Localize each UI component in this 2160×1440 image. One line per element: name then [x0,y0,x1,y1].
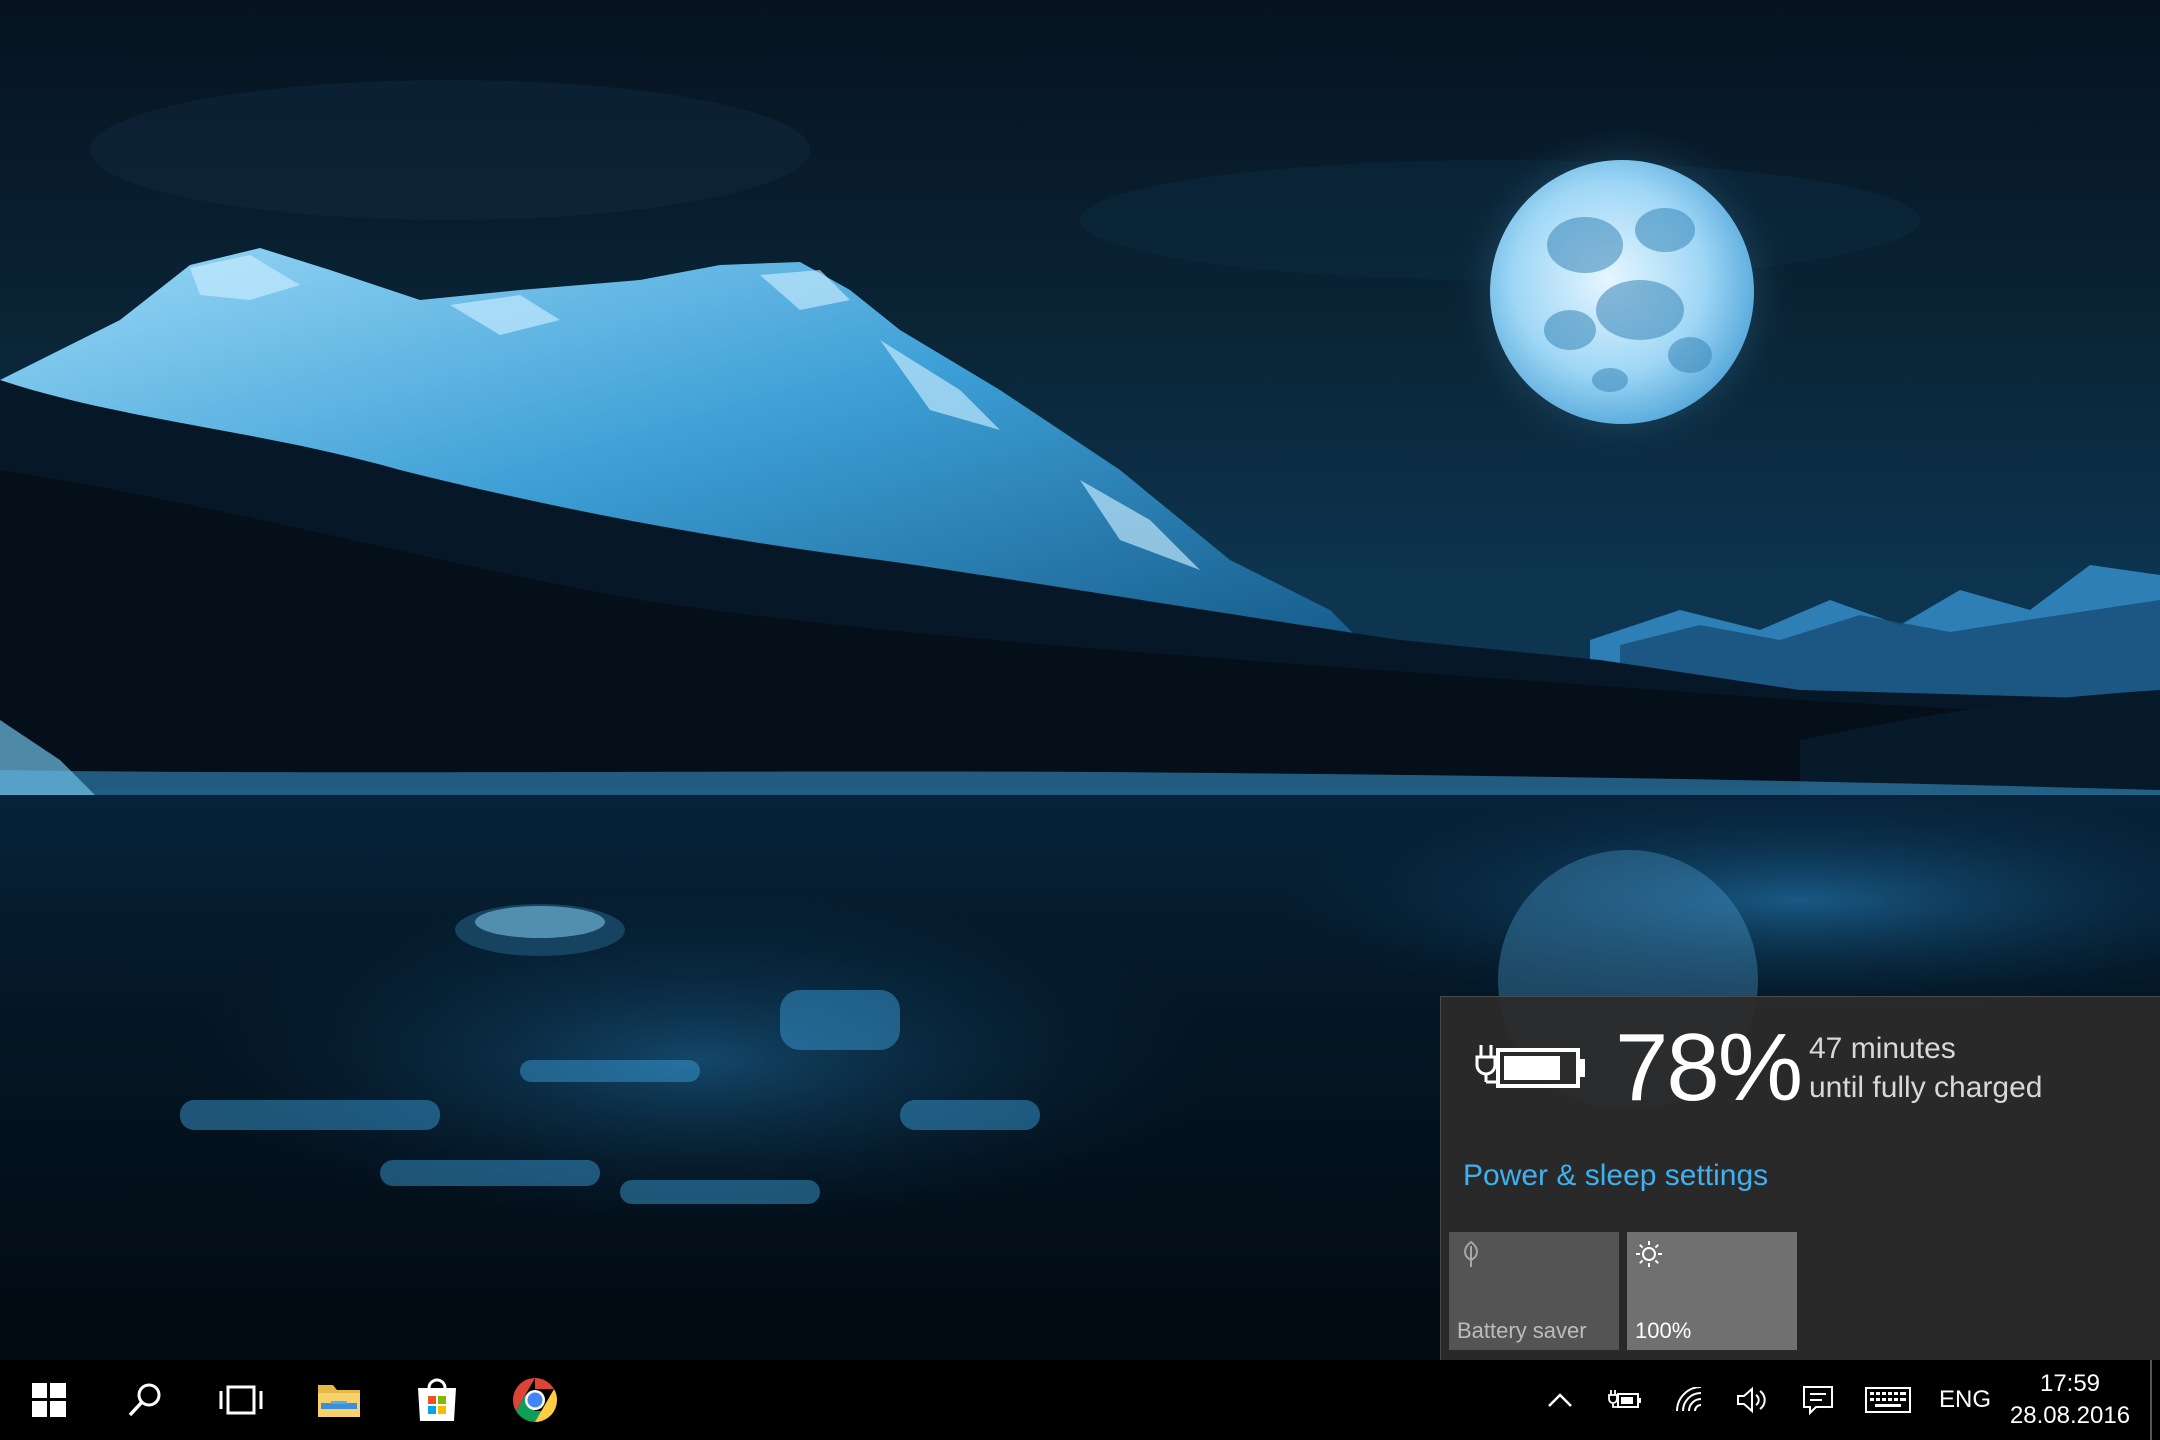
keyboard-icon [1865,1387,1911,1413]
search-button[interactable] [96,1360,194,1440]
clock-button[interactable]: 17:59 28.08.2016 [2000,1368,2140,1432]
battery-saver-label: Battery saver [1457,1318,1587,1343]
battery-percent: 78% [1615,1014,1803,1121]
store-button[interactable] [388,1360,486,1440]
start-button[interactable] [0,1360,98,1440]
search-icon [128,1383,161,1417]
file-explorer-icon [318,1385,360,1417]
volume-icon [1737,1386,1766,1414]
battery-tray-button[interactable] [1603,1360,1647,1440]
clock-date: 28.08.2016 [2009,1402,2131,1429]
chrome-icon [513,1378,557,1422]
battery-saver-tile[interactable]: Battery saver [1449,1232,1619,1350]
wifi-icon [1676,1387,1702,1412]
charge-status-line-2: until fully charged [1809,1071,2043,1104]
charge-status-line-1: 47 minutes [1809,1032,1956,1065]
task-view-button[interactable] [192,1360,290,1440]
show-hidden-icons-button[interactable] [1540,1360,1580,1440]
brightness-label: 100% [1635,1318,1692,1343]
battery-saver-leaf-icon [1464,1240,1478,1267]
taskbar: ENG 17:59 28.08.2016 [0,1360,2160,1440]
windows-start-icon [32,1383,66,1417]
input-language-button[interactable]: ENG [1930,1360,2000,1440]
brightness-tile[interactable]: 100% [1627,1232,1797,1350]
power-sleep-settings-link[interactable]: Power & sleep settings [1463,1159,1768,1193]
battery-charging-icon [1608,1390,1641,1408]
battery-flyout: 78% 47 minutes until fully charged Power… [1440,996,2160,1360]
show-desktop-button[interactable] [2150,1360,2160,1440]
action-center-button[interactable] [1796,1360,1840,1440]
volume-tray-button[interactable] [1730,1360,1774,1440]
file-explorer-button[interactable] [290,1360,388,1440]
task-view-icon [219,1385,263,1415]
chevron-up-icon [1548,1393,1572,1407]
brightness-sun-icon [1636,1241,1662,1267]
action-center-icon [1803,1386,1833,1416]
touch-keyboard-button[interactable] [1862,1360,1914,1440]
chrome-button[interactable] [486,1360,584,1440]
clock-time: 17:59 [2039,1370,2101,1397]
charge-time-remaining: 47 minutes until fully charged [1809,1029,2042,1107]
network-tray-button[interactable] [1668,1360,1712,1440]
store-icon [418,1378,456,1421]
battery-charging-icon [1475,1045,1585,1088]
language-label: ENG [1938,1386,1991,1413]
